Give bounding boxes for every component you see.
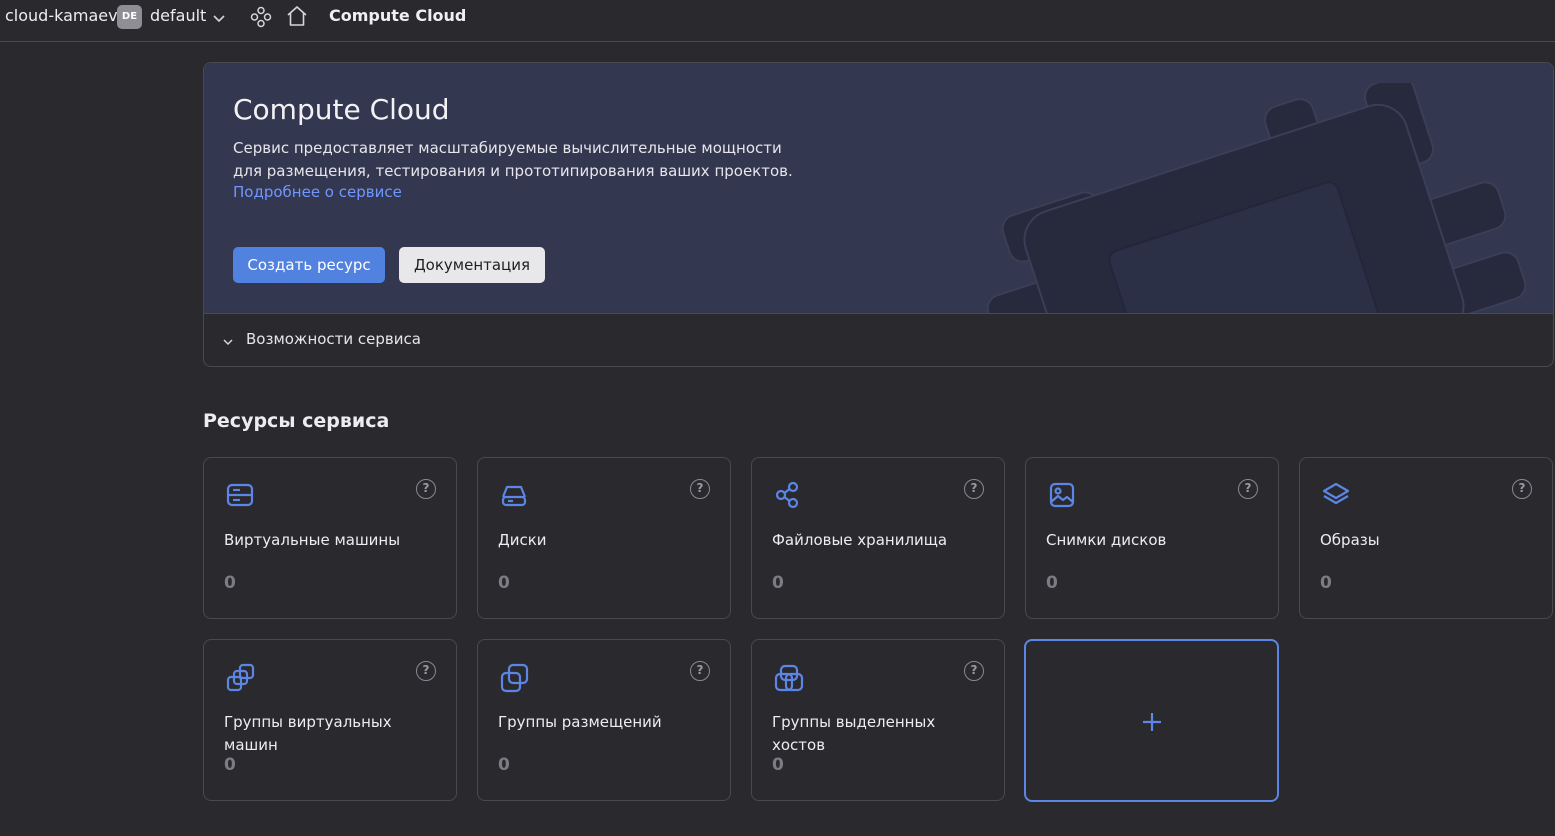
- card-label: Виртуальные машины: [224, 531, 401, 549]
- instance-group-icon: [225, 662, 257, 698]
- resource-card-dedicated-host-groups[interactable]: ? Группы выделенных хостов 0: [751, 639, 1005, 801]
- resource-card-virtual-machines[interactable]: ? Виртуальные машины 0: [203, 457, 457, 619]
- card-count: 0: [224, 573, 236, 593]
- resource-card-placement-groups[interactable]: ? Группы размещений 0: [477, 639, 731, 801]
- card-count: 0: [1046, 573, 1058, 593]
- help-icon[interactable]: ?: [690, 661, 710, 681]
- card-count: 0: [498, 755, 510, 775]
- help-icon[interactable]: ?: [1512, 479, 1532, 499]
- breadcrumb-service-title: Compute Cloud: [329, 6, 467, 25]
- help-icon[interactable]: ?: [416, 661, 436, 681]
- layers-icon: [1321, 480, 1351, 514]
- help-icon[interactable]: ?: [1238, 479, 1258, 499]
- card-count: 0: [224, 755, 236, 775]
- card-label: Файловые хранилища: [772, 531, 948, 549]
- chip-illustration: [974, 75, 1553, 313]
- folder-name[interactable]: default: [150, 6, 206, 25]
- cloud-name[interactable]: cloud-kamaev: [5, 6, 118, 25]
- resource-card-disks[interactable]: ? Диски 0: [477, 457, 731, 619]
- home-icon[interactable]: [285, 4, 309, 32]
- hero-description: Сервис предоставляет масштабируемые вычи…: [233, 139, 793, 180]
- resource-card-images[interactable]: ? Образы 0: [1299, 457, 1553, 619]
- help-icon[interactable]: ?: [690, 479, 710, 499]
- help-icon[interactable]: ?: [964, 479, 984, 499]
- hero-banner: Compute Cloud Сервис предоставляет масшт…: [204, 63, 1553, 313]
- help-icon[interactable]: ?: [416, 479, 436, 499]
- services-icon[interactable]: [249, 5, 273, 33]
- folder-badge: DE: [117, 5, 142, 29]
- disk-icon: [499, 480, 529, 514]
- resource-card-disk-snapshots[interactable]: ? Снимки дисков 0: [1025, 457, 1279, 619]
- learn-more-link[interactable]: Подробнее о сервисе: [233, 183, 402, 201]
- card-label: Группы размещений: [498, 713, 662, 731]
- card-label: Снимки дисков: [1046, 531, 1167, 549]
- share-nodes-icon: [773, 480, 803, 514]
- documentation-button[interactable]: Документация: [399, 247, 545, 283]
- image-icon: [1047, 480, 1077, 514]
- card-count: 0: [772, 573, 784, 593]
- server-icon: [225, 480, 255, 514]
- card-label: Диски: [498, 531, 547, 549]
- card-count: 0: [1320, 573, 1332, 593]
- add-resource-card[interactable]: [1024, 639, 1279, 802]
- top-bar: cloud-kamaev DE default Compute Cloud: [0, 0, 1555, 42]
- card-label: Группы выделенных хостов: [772, 713, 936, 754]
- help-icon[interactable]: ?: [964, 661, 984, 681]
- card-count: 0: [498, 573, 510, 593]
- create-resource-button[interactable]: Создать ресурс: [233, 247, 385, 283]
- service-hero: Compute Cloud Сервис предоставляет масшт…: [203, 62, 1554, 367]
- chevron-down-icon: [221, 334, 235, 353]
- chevron-down-icon[interactable]: [210, 9, 228, 31]
- resource-card-file-storages[interactable]: ? Файловые хранилища 0: [751, 457, 1005, 619]
- host-group-icon: [773, 662, 805, 698]
- card-label: Группы виртуальных машин: [224, 713, 392, 754]
- card-count: 0: [772, 755, 784, 775]
- placement-group-icon: [499, 662, 531, 698]
- resource-card-instance-groups[interactable]: ? Группы виртуальных машин 0: [203, 639, 457, 801]
- hero-title: Compute Cloud: [233, 93, 450, 126]
- resources-section-title: Ресурсы сервиса: [203, 410, 390, 432]
- plus-icon: [1142, 712, 1162, 736]
- service-features-label: Возможности сервиса: [246, 330, 421, 348]
- card-label: Образы: [1320, 531, 1380, 549]
- service-features-toggle[interactable]: Возможности сервиса: [204, 313, 1553, 366]
